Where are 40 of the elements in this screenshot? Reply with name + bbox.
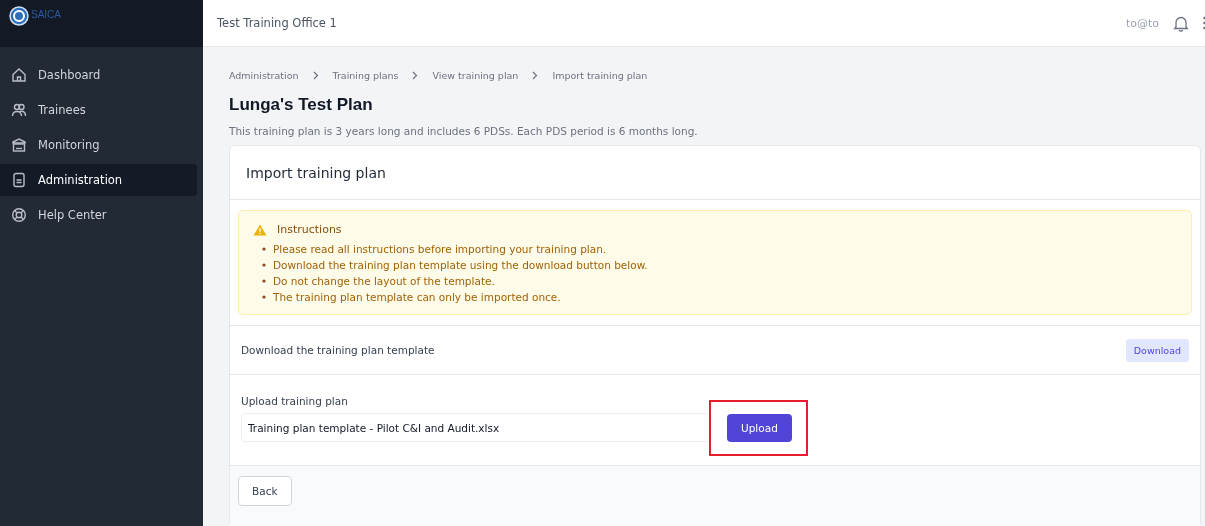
chevron-icon xyxy=(532,70,539,80)
breadcrumb-link[interactable]: Administration xyxy=(229,69,299,81)
sidebar-item[interactable]: Help Center xyxy=(0,199,197,231)
download-label: Download the training plan template xyxy=(241,344,435,356)
sidebar-item[interactable]: Trainees xyxy=(0,94,197,126)
page-title: Lunga's Test Plan xyxy=(229,95,374,115)
bullet-icon xyxy=(262,295,266,299)
upload-button[interactable]: Upload xyxy=(727,413,792,442)
breadcrumb-link[interactable]: Training plans xyxy=(332,69,399,81)
office-title: Test Training Office 1 xyxy=(217,16,337,30)
file-field[interactable]: Training plan template - Pilot C&I and Audit.xlsx xyxy=(241,413,711,442)
card-title: Import training plan xyxy=(246,164,386,181)
document-icon xyxy=(11,172,27,188)
users-icon xyxy=(11,102,27,118)
upload-label: Upload training plan xyxy=(241,395,349,407)
page-subtitle: This training plan is 3 years long and includes 6 PDSs. Each PDS period is 6 months long. xyxy=(229,125,699,137)
breadcrumb-link[interactable]: View training plan xyxy=(432,69,519,81)
home-icon xyxy=(11,67,27,83)
instruction-text: Do not change the layout of the template. xyxy=(273,274,495,288)
chevron-icon xyxy=(312,70,319,80)
sidebar-item[interactable]: Administration xyxy=(0,164,197,196)
logo-icon xyxy=(9,6,29,26)
alert-title: Instructions xyxy=(277,223,342,236)
sidebar-item[interactable]: Monitoring xyxy=(0,129,197,161)
back-button[interactable]: Back xyxy=(238,476,292,506)
instruction-text: Please read all instructions before importing your training plan. xyxy=(273,242,607,256)
building-icon xyxy=(11,137,27,153)
sidebar-item[interactable]: Dashboard xyxy=(0,59,197,91)
bullet-icon xyxy=(262,279,266,283)
instruction-text: Download the training plan template using the download button below. xyxy=(273,258,648,272)
bell-icon[interactable] xyxy=(1173,14,1189,32)
logo-text: SAICA xyxy=(31,9,61,20)
download-button[interactable]: Download xyxy=(1125,338,1189,362)
bullet-icon xyxy=(262,247,266,251)
warning-icon xyxy=(253,223,267,236)
breadcrumb-link[interactable]: Import training plan xyxy=(552,69,648,81)
instruction-text: The training plan template can only be imported once. xyxy=(273,290,561,304)
bullet-icon xyxy=(262,263,266,267)
lifebuoy-icon xyxy=(11,207,27,223)
chevron-icon xyxy=(412,70,419,80)
